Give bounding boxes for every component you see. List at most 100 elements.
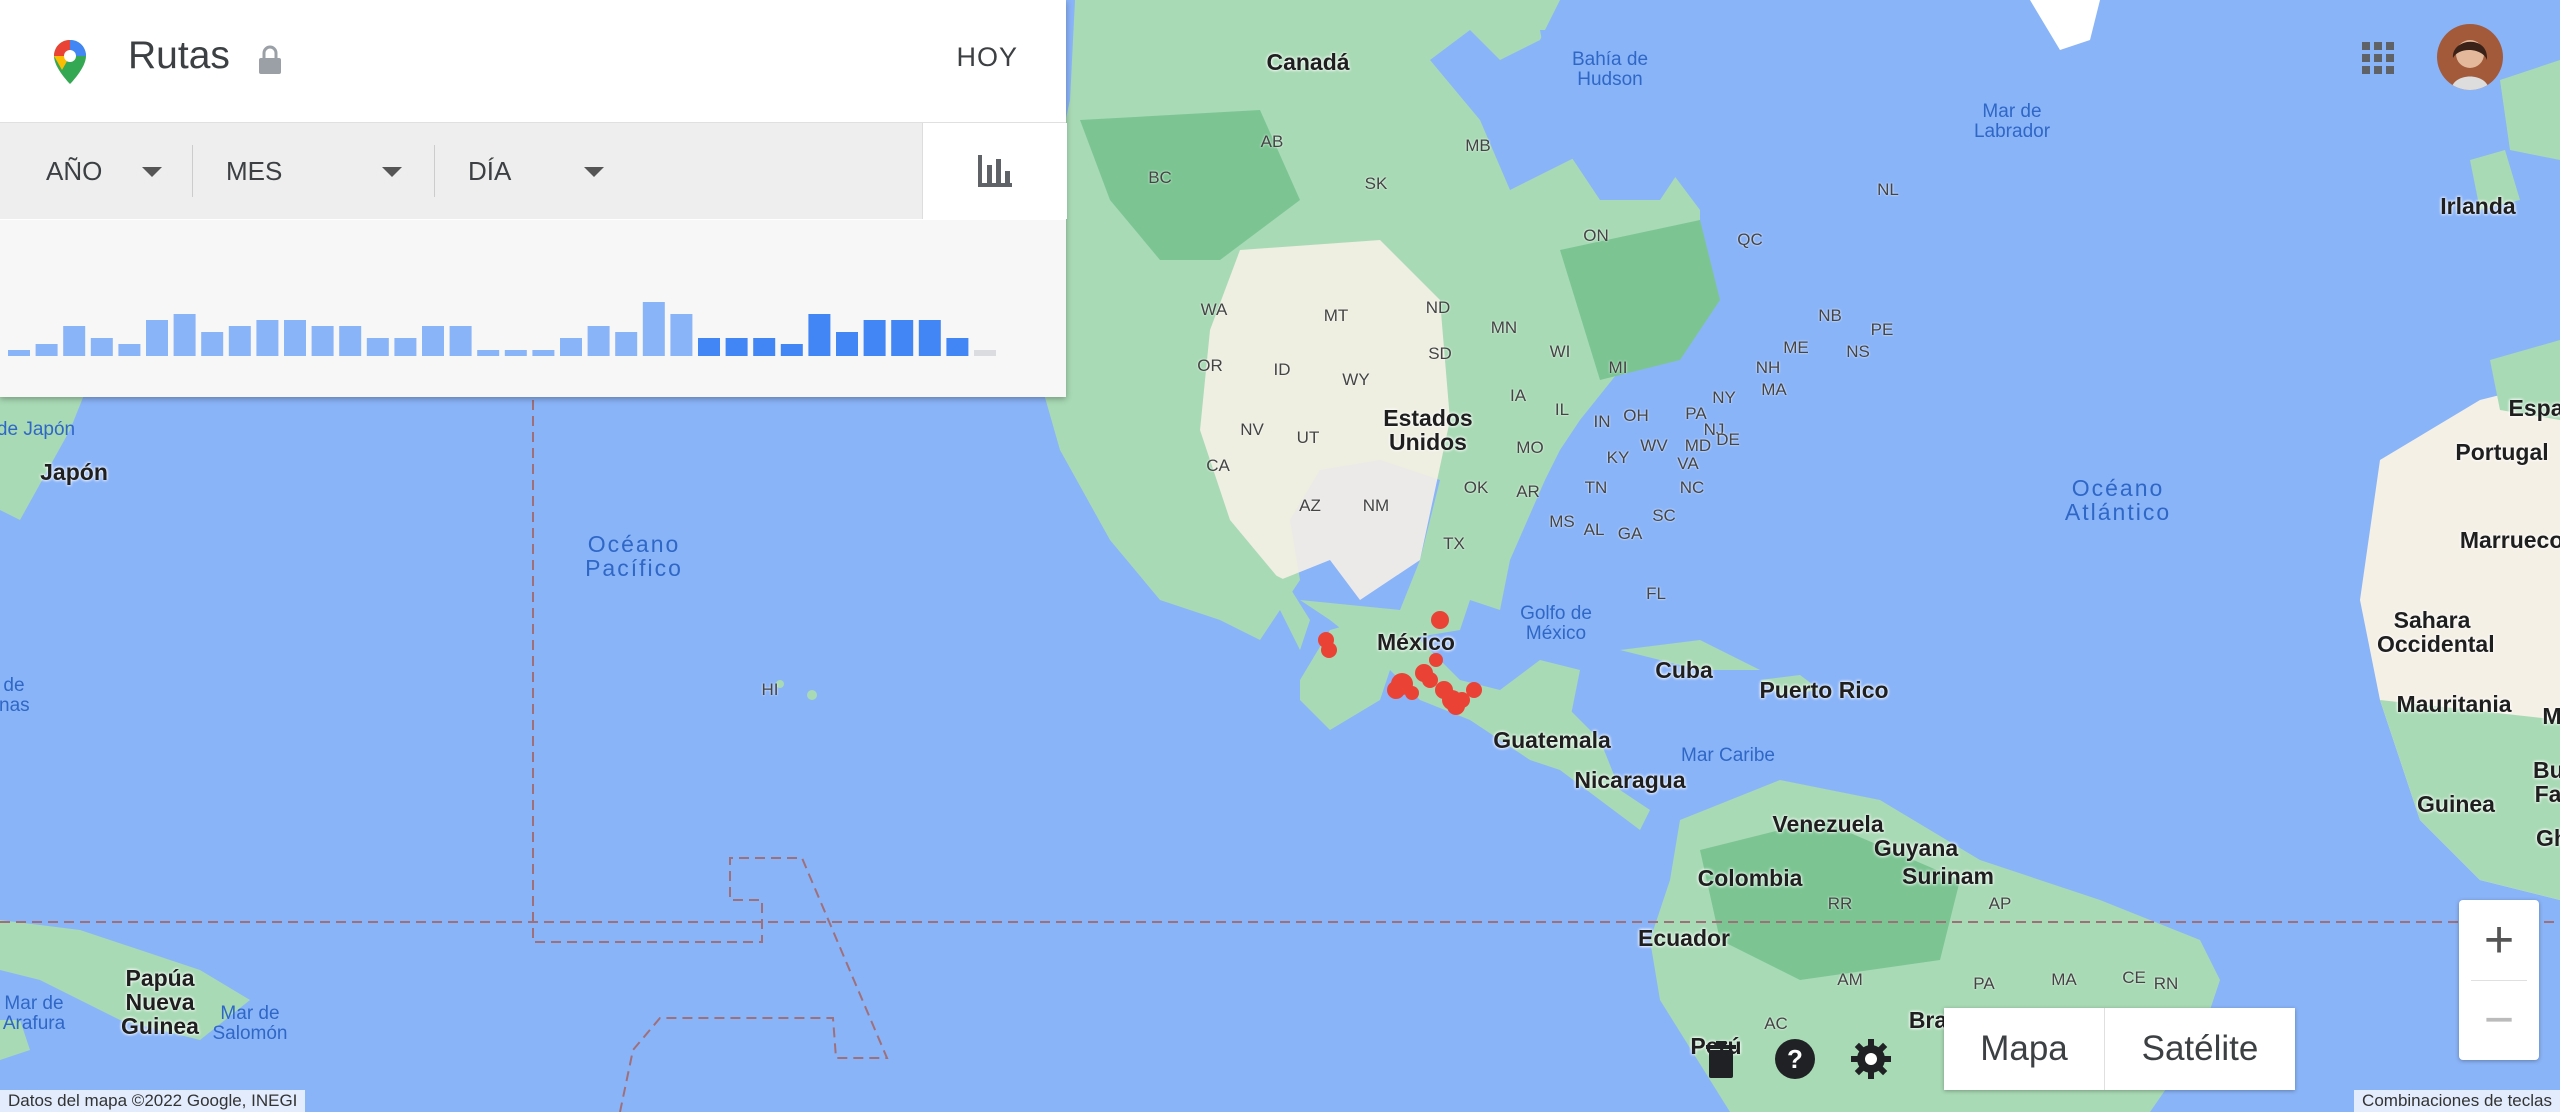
google-maps-pin-icon [54, 40, 86, 84]
zoom-out-button[interactable]: − [2459, 980, 2539, 1060]
state-label: MS [1549, 512, 1575, 532]
state-label: FL [1646, 584, 1666, 604]
day-dropdown[interactable]: DÍA [468, 123, 618, 219]
chart-bar[interactable] [35, 344, 58, 356]
chart-bar[interactable] [918, 320, 941, 356]
label-japan: Japón [40, 458, 108, 485]
chart-bar[interactable] [698, 338, 720, 356]
chart-bar[interactable] [863, 320, 886, 356]
activity-bars [8, 302, 996, 356]
state-label: AC [1764, 1014, 1788, 1034]
state-label: ND [1425, 298, 1451, 318]
chart-bar[interactable] [228, 326, 251, 356]
zoom-in-button[interactable]: + [2459, 900, 2539, 980]
chart-bar[interactable] [642, 302, 665, 356]
chart-bar[interactable] [63, 326, 86, 356]
state-label: CA [1206, 456, 1230, 476]
label-caribbean: Mar Caribe [1681, 745, 1775, 767]
chart-bar[interactable] [532, 350, 555, 356]
label-arafura-text: Mar de Arafura [2, 993, 66, 1034]
chart-bar[interactable] [946, 338, 969, 356]
year-dropdown[interactable]: AÑO [46, 123, 176, 219]
chart-bar[interactable] [256, 320, 279, 356]
chart-bar[interactable] [615, 332, 638, 356]
timeline-panel: Rutas HOY AÑO MES DÍA [0, 0, 1067, 397]
chart-bar[interactable] [8, 350, 30, 356]
label-usa-text: Estados Unidos [1383, 404, 1473, 455]
month-label: MES [226, 155, 283, 186]
state-label: ID [1273, 360, 1291, 380]
label-gulf-mexico: Golfo de México [1516, 604, 1596, 644]
chart-bar[interactable] [670, 314, 693, 356]
state-label: MA [1761, 380, 1787, 400]
chart-toggle-button[interactable] [922, 123, 1067, 219]
label-colombia: Colombia [1697, 864, 1803, 891]
chart-bar[interactable] [146, 320, 168, 356]
state-label: MD [1684, 436, 1712, 456]
state-label: AL [1583, 520, 1605, 540]
label-western-sahara: Sahara Occidental [2377, 608, 2495, 656]
satellite-button[interactable]: Satélite [2105, 1008, 2295, 1090]
state-label: MN [1490, 318, 1518, 338]
chart-bar[interactable] [311, 326, 334, 356]
chart-bar[interactable] [339, 326, 362, 356]
label-solomon: Mar de Salomón [210, 1004, 290, 1044]
label-labrador-sea: Mar de Labrador [1967, 102, 2057, 142]
state-label: ME [1783, 338, 1809, 358]
label-morocco: Marruecos [2459, 526, 2560, 553]
chart-bar[interactable] [560, 338, 582, 356]
chart-bar[interactable] [201, 332, 224, 356]
chart-bar[interactable] [449, 326, 472, 356]
avatar[interactable] [2437, 24, 2503, 90]
state-label: QC [1737, 230, 1763, 250]
state-label: MO [1516, 438, 1544, 458]
state-label: AR [1516, 482, 1540, 502]
label-papua-text: Papúa Nueva Guinea [121, 964, 199, 1040]
chart-bar[interactable] [753, 338, 776, 356]
today-button[interactable]: HOY [956, 42, 1018, 73]
settings-gear-icon[interactable] [1850, 1038, 1892, 1080]
chart-bar[interactable] [725, 338, 748, 356]
chart-bar[interactable] [90, 338, 113, 356]
map-data-attribution: Datos del mapa ©2022 Google, INEGI [0, 1090, 306, 1112]
state-label: MI [1608, 358, 1628, 378]
keyboard-shortcuts-link[interactable]: Combinaciones de teclas [2354, 1090, 2560, 1112]
chart-bar[interactable] [891, 320, 914, 356]
label-papua: Papúa Nueva Guinea [115, 964, 205, 1040]
state-label: NL [1877, 180, 1899, 200]
label-hudson-text: Bahía de Hudson [1571, 49, 1649, 90]
label-usa: Estados Unidos [1373, 406, 1483, 454]
label-puerto-rico: Puerto Rico [1759, 676, 1889, 703]
month-dropdown[interactable]: MES [226, 123, 406, 219]
chart-bar[interactable] [836, 332, 858, 356]
chevron-down-icon [142, 167, 162, 177]
state-label: PA [1973, 974, 1995, 994]
chart-bar[interactable] [366, 338, 389, 356]
svg-text:?: ? [1787, 1044, 1803, 1074]
chart-bar[interactable] [284, 320, 306, 356]
chart-bar[interactable] [587, 326, 610, 356]
label-pacific-ocean: Océano Pacífico [574, 532, 694, 580]
state-label: UT [1296, 428, 1320, 448]
chart-bar[interactable] [504, 350, 527, 356]
chart-bar[interactable] [394, 338, 417, 356]
label-solomon-text: Mar de Salomón [212, 1003, 288, 1044]
chart-bar[interactable] [173, 314, 196, 356]
label-nicaragua: Nicaragua [1574, 766, 1686, 793]
label-venezuela: Venezuela [1772, 810, 1884, 837]
trash-icon[interactable] [1700, 1038, 1742, 1080]
map-button[interactable]: Mapa [1944, 1008, 2105, 1090]
state-label: TN [1584, 478, 1608, 498]
chart-bar[interactable] [808, 314, 831, 356]
activity-chart[interactable] [0, 220, 1066, 397]
state-label: MT [1323, 306, 1349, 326]
apps-grid-icon[interactable] [2360, 40, 2396, 76]
state-label: NB [1818, 306, 1842, 326]
chart-bar[interactable] [974, 350, 996, 356]
chart-bar[interactable] [118, 344, 141, 356]
chart-bar[interactable] [477, 350, 500, 356]
chart-bar[interactable] [780, 344, 803, 356]
state-label: AP [1988, 894, 2012, 914]
chart-bar[interactable] [422, 326, 444, 356]
help-icon[interactable]: ? [1774, 1038, 1816, 1080]
